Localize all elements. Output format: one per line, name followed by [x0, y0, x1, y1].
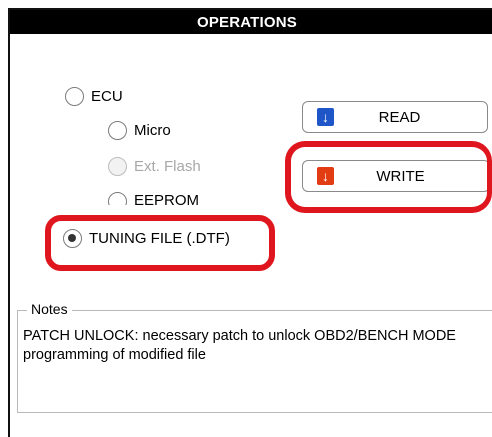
- notes-text: PATCH UNLOCK: necessary patch to unlock …: [23, 328, 456, 363]
- window-title: OPERATIONS: [10, 10, 492, 34]
- radio-option-eeprom[interactable]: EEPROM: [108, 192, 199, 205]
- write-highlight-outline: [285, 141, 492, 213]
- radio-option-ecu[interactable]: ECU: [65, 87, 123, 106]
- download-arrow-icon: ↓: [317, 108, 334, 126]
- radio-micro-circle[interactable]: [108, 121, 127, 140]
- notes-title: Notes: [27, 301, 72, 317]
- radio-micro-label: Micro: [134, 122, 171, 139]
- read-button[interactable]: ↓ READ: [302, 101, 488, 133]
- radio-ecu-circle[interactable]: [65, 87, 84, 106]
- radio-ext-flash-circle: [108, 157, 127, 176]
- radio-ext-flash-label: Ext. Flash: [134, 158, 201, 175]
- radio-eeprom-label: EEPROM: [134, 192, 200, 205]
- tuning-file-highlight-outline: [45, 215, 275, 271]
- radio-ecu-label: ECU: [91, 88, 123, 105]
- read-button-label: READ: [378, 108, 421, 126]
- radio-eeprom-circle[interactable]: [108, 192, 127, 205]
- radio-option-ext-flash: Ext. Flash: [108, 157, 201, 176]
- radio-option-micro[interactable]: Micro: [108, 121, 171, 140]
